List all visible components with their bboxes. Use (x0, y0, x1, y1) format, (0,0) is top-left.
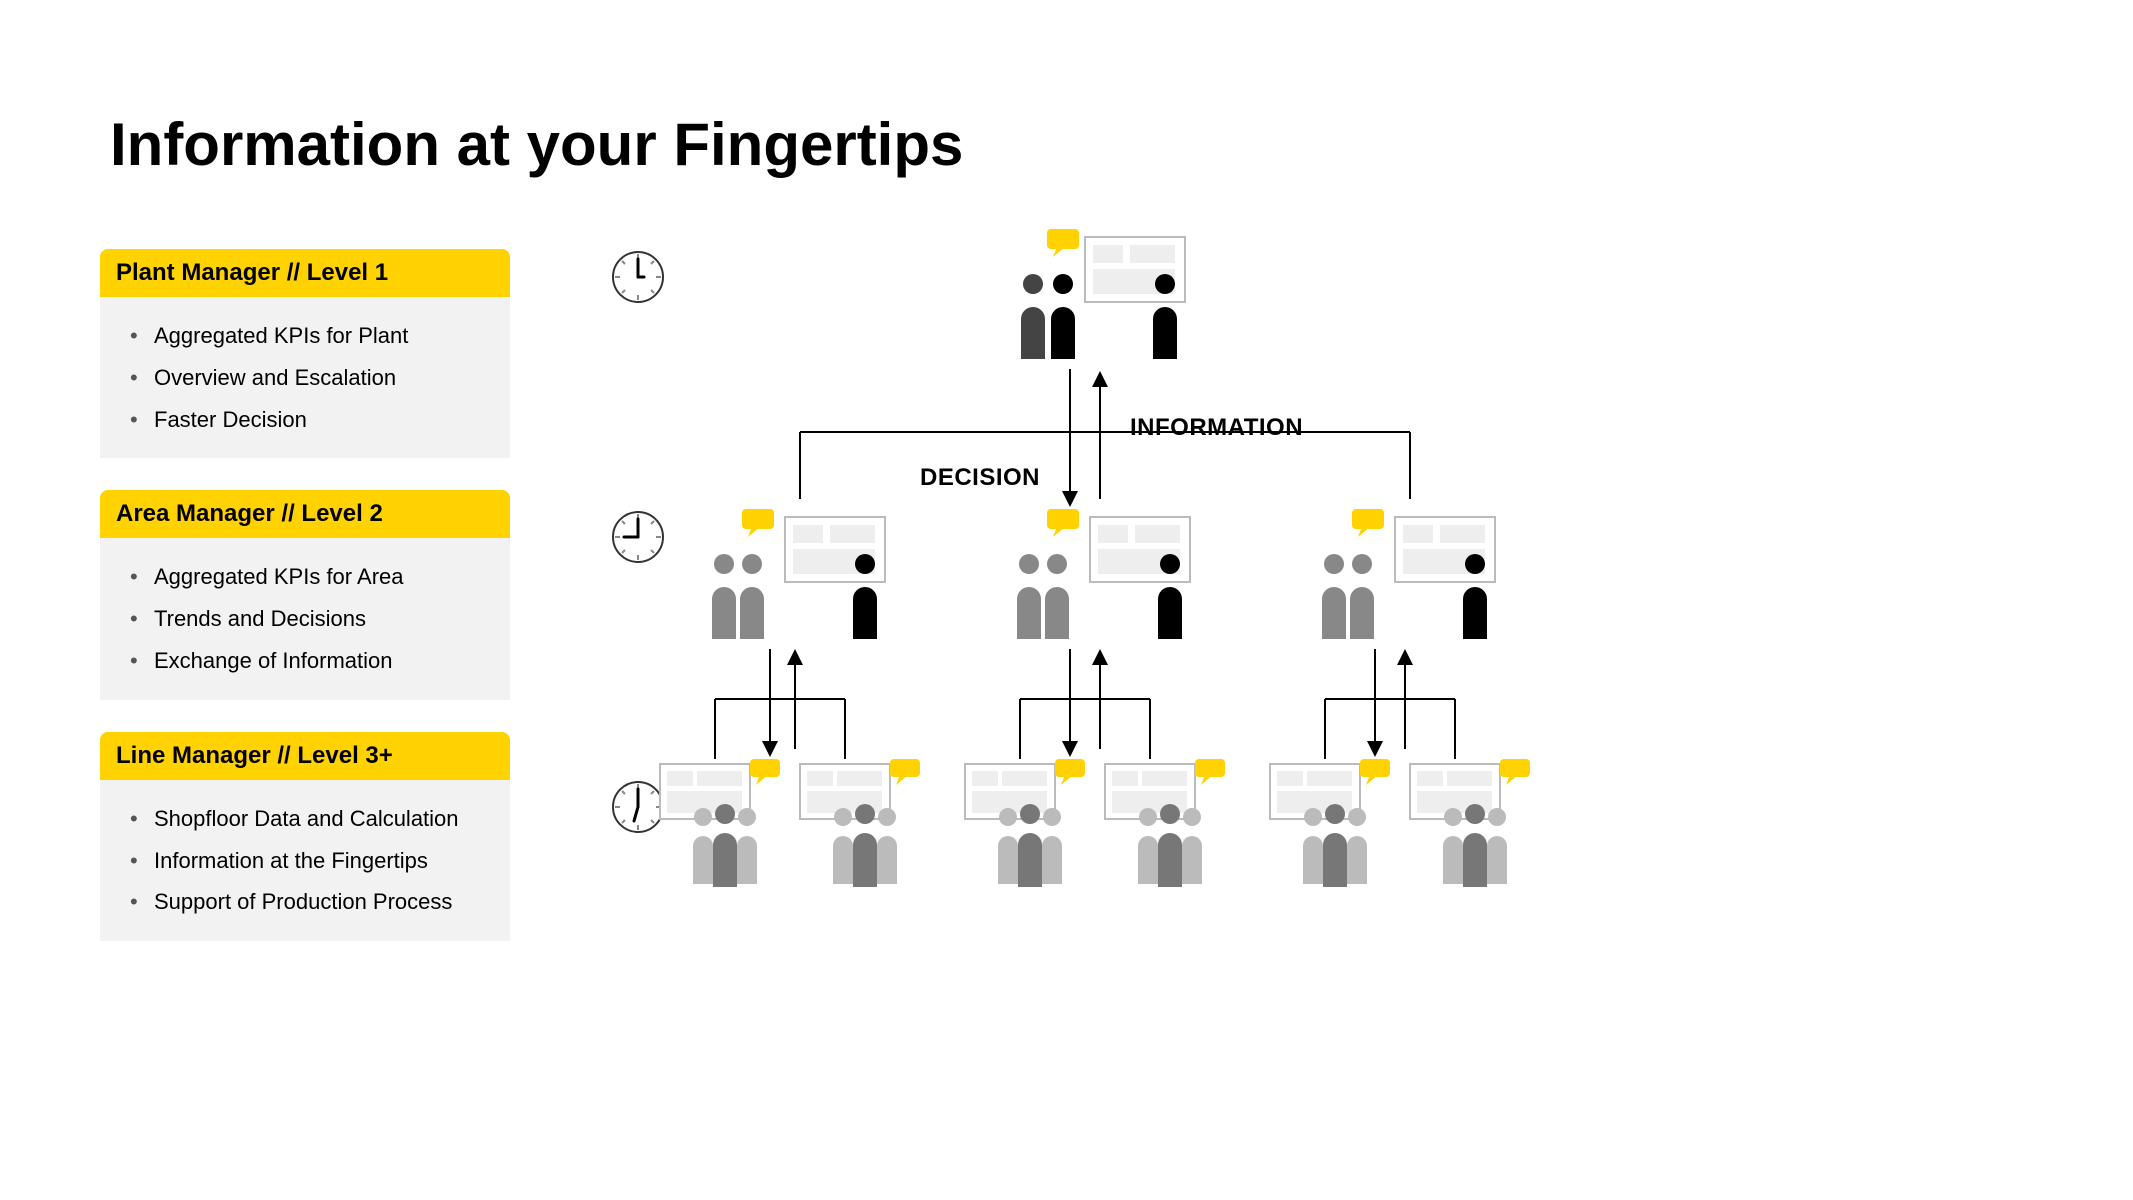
level-3-block: Line Manager // Level 3+ Shopfloor Data … (100, 732, 510, 941)
diagram-column: DECISION INFORMATION (610, 249, 2033, 1009)
level-3-header: Line Manager // Level 3+ (100, 732, 510, 780)
area-group-icon (700, 509, 900, 644)
level-3-bullet: Support of Production Process (130, 881, 500, 923)
level-2-bullet: Trends and Decisions (130, 598, 500, 640)
content-row: Plant Manager // Level 1 Aggregated KPIs… (100, 249, 2033, 1009)
level-1-bullet: Faster Decision (130, 399, 500, 441)
hierarchy-diagram: DECISION INFORMATION (610, 249, 2033, 1009)
line-group-icon (1265, 759, 1405, 889)
level-3-bullet: Information at the Fingertips (130, 840, 500, 882)
level-2-bullet: Exchange of Information (130, 640, 500, 682)
level-1-bullet: Overview and Escalation (130, 357, 500, 399)
line-group-icon (1100, 759, 1240, 889)
level-3-bullet: Shopfloor Data and Calculation (130, 798, 500, 840)
level-2-body: Aggregated KPIs for Area Trends and Deci… (100, 538, 510, 699)
level-1-body: Aggregated KPIs for Plant Overview and E… (100, 297, 510, 458)
level-1-header: Plant Manager // Level 1 (100, 249, 510, 297)
level-1-bullet: Aggregated KPIs for Plant (130, 315, 500, 357)
level-3-body: Shopfloor Data and Calculation Informati… (100, 780, 510, 941)
plant-group-icon (1005, 229, 1195, 364)
level-2-bullet: Aggregated KPIs for Area (130, 556, 500, 598)
level-2-header: Area Manager // Level 2 (100, 490, 510, 538)
line-group-icon (1405, 759, 1545, 889)
area-group-icon (1005, 509, 1205, 644)
level-1-block: Plant Manager // Level 1 Aggregated KPIs… (100, 249, 510, 458)
level-2-block: Area Manager // Level 2 Aggregated KPIs … (100, 490, 510, 699)
line-group-icon (795, 759, 935, 889)
line-group-icon (655, 759, 795, 889)
levels-column: Plant Manager // Level 1 Aggregated KPIs… (100, 249, 510, 1009)
area-group-icon (1310, 509, 1510, 644)
page-title: Information at your Fingertips (110, 110, 2033, 179)
line-group-icon (960, 759, 1100, 889)
